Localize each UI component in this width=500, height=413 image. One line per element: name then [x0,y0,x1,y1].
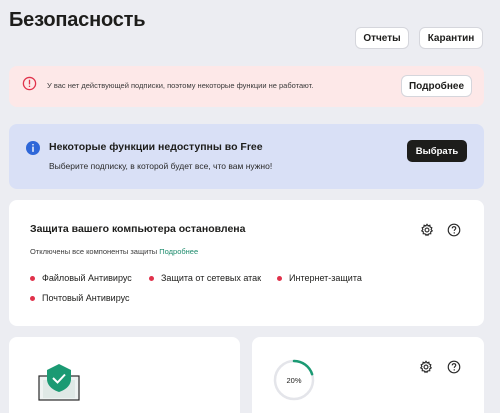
component-label: Почтовый Антивирус [42,293,130,303]
status-dot [30,275,35,281]
device-card [9,337,240,413]
alert-text: У вас нет действующей подписки, поэтому … [47,81,314,90]
alert-details-button[interactable]: Подробнее [401,75,472,97]
shield-laptop-icon [38,364,80,401]
component-item: Файловый Антивирус [30,273,132,283]
quarantine-button[interactable]: Карантин [419,27,483,49]
protection-card: Защита вашего компьютера остановлена Отк… [9,200,484,326]
reports-button[interactable]: Отчеты [355,27,409,49]
component-item: Интернет-защита [277,273,362,283]
help-icon[interactable] [447,360,461,374]
component-label: Защита от сетевых атак [161,273,262,283]
progress-label: 20% [286,375,302,385]
scan-card: 20% [252,337,484,413]
component-item: Защита от сетевых атак [149,273,261,283]
component-item: Почтовый Антивирус [30,293,130,303]
info-subtitle: Выберите подписку, в которой будет все, … [49,161,273,171]
info-title: Некоторые функции недоступны во Free [49,141,263,153]
protection-details-link[interactable]: Подробнее [159,247,198,256]
subscription-alert: У вас нет действующей подписки, поэтому … [9,66,484,107]
page-title: Безопасность [9,9,146,31]
protection-subtitle: Отключены все компоненты защиты Подробне… [30,247,198,256]
protection-title: Защита вашего компьютера остановлена [30,223,246,235]
alert-circle-icon [22,76,37,91]
status-dot [30,295,35,301]
component-label: Интернет-защита [289,273,362,283]
component-label: Файловый Антивирус [42,273,132,283]
gear-icon[interactable] [419,360,433,374]
scan-progress: 20% [272,358,316,402]
help-icon[interactable] [447,223,461,237]
protection-subtitle-text: Отключены все компоненты защиты [30,247,158,256]
choose-subscription-button[interactable]: Выбрать [407,140,467,162]
status-dot [149,275,154,281]
info-icon [26,141,40,155]
free-info-banner: Некоторые функции недоступны во Free Выб… [9,124,484,189]
gear-icon[interactable] [420,223,434,237]
status-dot [277,275,282,281]
